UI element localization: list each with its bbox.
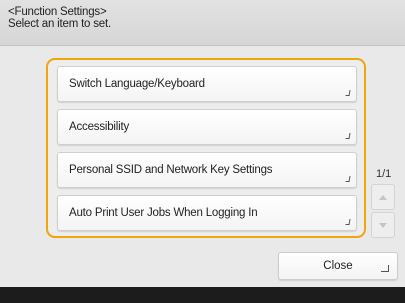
close-button[interactable]: Close bbox=[278, 252, 398, 280]
scroll-down-button[interactable] bbox=[371, 212, 395, 238]
item-label: Accessibility bbox=[69, 121, 130, 133]
screen-instruction: Select an item to set. bbox=[8, 18, 111, 30]
screen-title: <Function Settings> bbox=[8, 6, 107, 18]
scroll-up-button[interactable] bbox=[371, 184, 395, 210]
close-label: Close bbox=[323, 260, 353, 272]
corner-marker-icon bbox=[345, 219, 351, 225]
footer-bar bbox=[0, 287, 405, 303]
enter-icon bbox=[381, 265, 389, 272]
item-label: Switch Language/Keyboard bbox=[69, 78, 205, 90]
arrow-down-icon bbox=[379, 223, 387, 228]
arrow-up-icon bbox=[379, 195, 387, 200]
item-auto-print-user-jobs[interactable]: Auto Print User Jobs When Logging In bbox=[57, 195, 357, 231]
item-label: Auto Print User Jobs When Logging In bbox=[69, 207, 258, 219]
item-personal-ssid-network-key[interactable]: Personal SSID and Network Key Settings bbox=[57, 152, 357, 188]
item-label: Personal SSID and Network Key Settings bbox=[69, 164, 273, 176]
corner-marker-icon bbox=[345, 133, 351, 139]
item-switch-language-keyboard[interactable]: Switch Language/Keyboard bbox=[57, 66, 357, 102]
corner-marker-icon bbox=[345, 90, 351, 96]
corner-marker-icon bbox=[345, 176, 351, 182]
header-bar: <Function Settings> Select an item to se… bbox=[0, 0, 405, 46]
page-indicator: 1/1 bbox=[376, 168, 392, 180]
settings-list: Switch Language/Keyboard Accessibility P… bbox=[46, 58, 366, 238]
item-accessibility[interactable]: Accessibility bbox=[57, 109, 357, 145]
